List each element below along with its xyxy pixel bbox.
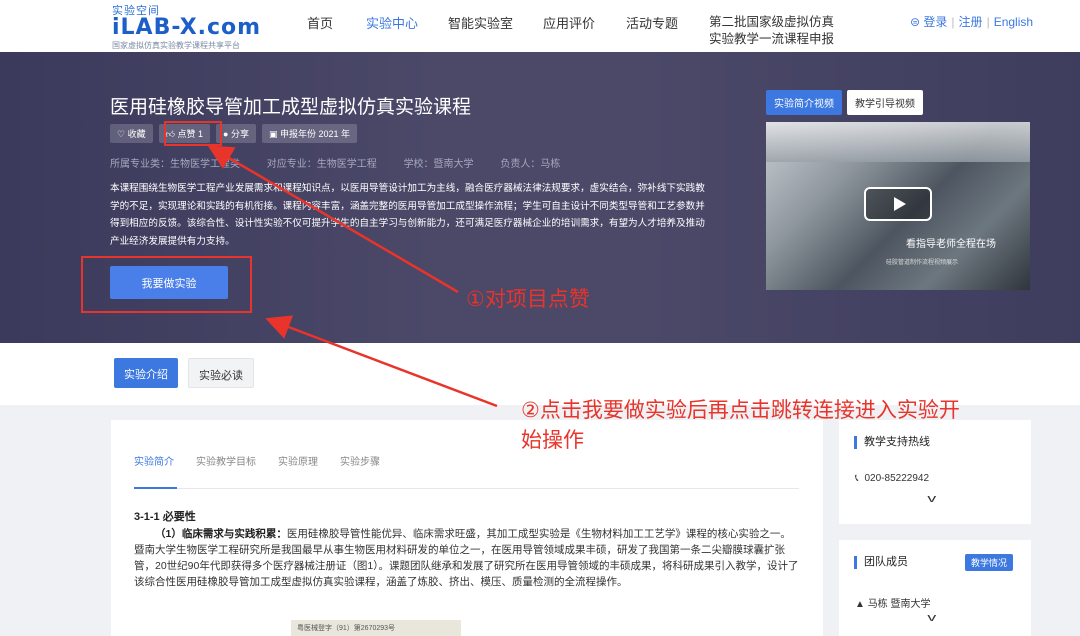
annotation-like: ①对项目点赞 xyxy=(466,288,590,311)
nav-home[interactable]: 首页 xyxy=(307,13,333,32)
hotline-panel: 教学支持热线 📞︎ 020-85222942 v xyxy=(839,420,1031,524)
annotation-start-line2: 始操作 xyxy=(521,429,584,452)
year-tag: ▣ 申报年份 2021 年 xyxy=(261,124,358,143)
section-heading: 3-1-1 必要性 xyxy=(134,511,196,523)
share-tag[interactable]: ● 分享 xyxy=(216,124,256,143)
teaching-status-badge[interactable]: 教学情况 xyxy=(965,554,1014,571)
nav-course-application-line2: 实验教学一流课程申报 xyxy=(709,32,835,46)
favorite-label: 收藏 xyxy=(127,129,146,139)
nav-evaluation[interactable]: 应用评价 xyxy=(543,13,595,32)
course-tags: ♡ 收藏 👍︎ 点赞 1 ● 分享 ▣ 申报年份 2021 年 xyxy=(110,124,358,143)
content-tabs: 实验简介 实验教学目标 实验原理 实验步骤 xyxy=(134,453,380,468)
content-card: 实验简介 实验教学目标 实验原理 实验步骤 3-1-1 必要性 （1）临床需求与… xyxy=(111,420,823,636)
auth-links: ⊜ 登录 | 注册 | English xyxy=(910,15,1034,29)
member-name: 马栋 暨南大学 xyxy=(867,599,931,610)
tab-objectives[interactable]: 实验教学目标 xyxy=(196,453,256,468)
video-caption: 看指导老师全程在场 xyxy=(906,239,996,250)
favorite-tag[interactable]: ♡ 收藏 xyxy=(110,124,153,143)
chevron-down-icon[interactable]: v xyxy=(927,612,936,624)
team-member: ▲ 马栋 暨南大学 xyxy=(855,595,930,610)
course-meta: 所属专业类：生物医学工程类 对应专业：生物医学工程 学校：暨南大学 负责人：马栋 xyxy=(110,155,584,170)
tab-divider xyxy=(134,488,799,489)
active-tab-indicator xyxy=(134,487,177,489)
video-caption-small: 硅胶管道制作流程视频展示 xyxy=(886,260,959,266)
meta-category: 所属专业类：生物医学工程类 xyxy=(110,159,240,170)
section-paragraph: （1）临床需求与实践积累：医用硅橡胶导管性能优异、临床需求旺盛，其加工成型实验是… xyxy=(134,526,799,590)
hotline-number: 020-85222942 xyxy=(864,473,930,484)
course-description: 本课程围绕生物医学工程产业发展需求和课程知识点，以医用导管设计加工为主线，融合医… xyxy=(110,183,705,247)
login-link[interactable]: 登录 xyxy=(923,15,947,29)
video-frame xyxy=(766,122,1030,162)
user-icon: ⊜ xyxy=(910,15,921,29)
team-title: 团队成员 xyxy=(854,556,908,569)
annotation-start-line1: ②点击我要做实验后再点击跳转连接进入实验开 xyxy=(521,399,960,422)
course-title: 医用硅橡胶导管加工成型虚拟仿真实验课程 xyxy=(110,97,472,118)
year-label: 申报年份 2021 年 xyxy=(279,129,351,139)
logo-main-text: iLAB-X.com xyxy=(112,15,262,40)
chevron-down-icon[interactable]: v xyxy=(927,493,936,505)
share-label: 分享 xyxy=(230,129,249,139)
tab-overview[interactable]: 实验简介 xyxy=(134,453,174,468)
tab-steps[interactable]: 实验步骤 xyxy=(340,453,380,468)
top-navigation: 实验空间 iLAB-X.com 国家虚拟仿真实验教学课程共享平台 首页 实验中心… xyxy=(0,0,1080,52)
meta-owner: 负责人：马栋 xyxy=(500,159,561,170)
hotline-title: 教学支持热线 xyxy=(854,436,930,449)
tab-guide-video[interactable]: 教学引导视频 xyxy=(847,90,923,115)
meta-major: 对应专业：生物医学工程 xyxy=(266,159,377,170)
site-logo[interactable]: 实验空间 iLAB-X.com 国家虚拟仿真实验教学课程共享平台 xyxy=(112,2,261,51)
person-icon: ▲ xyxy=(855,599,868,610)
play-icon[interactable] xyxy=(864,187,932,221)
video-player[interactable]: 看指导老师全程在场 硅胶管道制作流程视频展示 xyxy=(766,122,1030,290)
nav-course-application-line1: 第二批国家级虚拟仿真 xyxy=(709,15,835,29)
certificate-image: 粤医械登字（91）第2670293号 xyxy=(291,620,461,636)
tab-experiment-intro[interactable]: 实验介绍 xyxy=(114,358,178,388)
tab-experiment-notes[interactable]: 实验必读 xyxy=(188,358,254,388)
nav-events[interactable]: 活动专题 xyxy=(626,13,678,32)
video-tabs: 实验简介视频 教学引导视频 xyxy=(766,90,923,115)
nav-smart-lab[interactable]: 智能实验室 xyxy=(448,13,513,32)
nav-course-application[interactable]: 第二批国家级虚拟仿真 实验教学一流课程申报 xyxy=(709,14,834,48)
language-link[interactable]: English xyxy=(994,15,1033,29)
start-highlight-box xyxy=(81,256,252,313)
share-icon: ● xyxy=(223,129,231,139)
paragraph-lead: （1）临床需求与实践积累： xyxy=(155,528,287,540)
phone-icon: 📞︎ xyxy=(855,473,859,484)
tab-intro-video[interactable]: 实验简介视频 xyxy=(766,90,842,115)
certificate-caption: 粤医械登字（91）第2670293号 xyxy=(297,625,396,632)
tab-principles[interactable]: 实验原理 xyxy=(278,453,318,468)
calendar-icon: ▣ xyxy=(268,129,280,139)
meta-school: 学校：暨南大学 xyxy=(403,159,474,170)
register-link[interactable]: 注册 xyxy=(959,15,983,29)
like-highlight-box xyxy=(164,121,222,146)
nav-lab-center[interactable]: 实验中心 xyxy=(366,13,418,32)
team-panel: 团队成员 教学情况 ▲ 马栋 暨南大学 v xyxy=(839,540,1031,636)
logo-subtitle: 国家虚拟仿真实验教学课程共享平台 xyxy=(112,41,240,50)
hotline-phone: 📞︎ 020-85222942 xyxy=(855,473,929,484)
heart-icon: ♡ xyxy=(117,129,128,139)
